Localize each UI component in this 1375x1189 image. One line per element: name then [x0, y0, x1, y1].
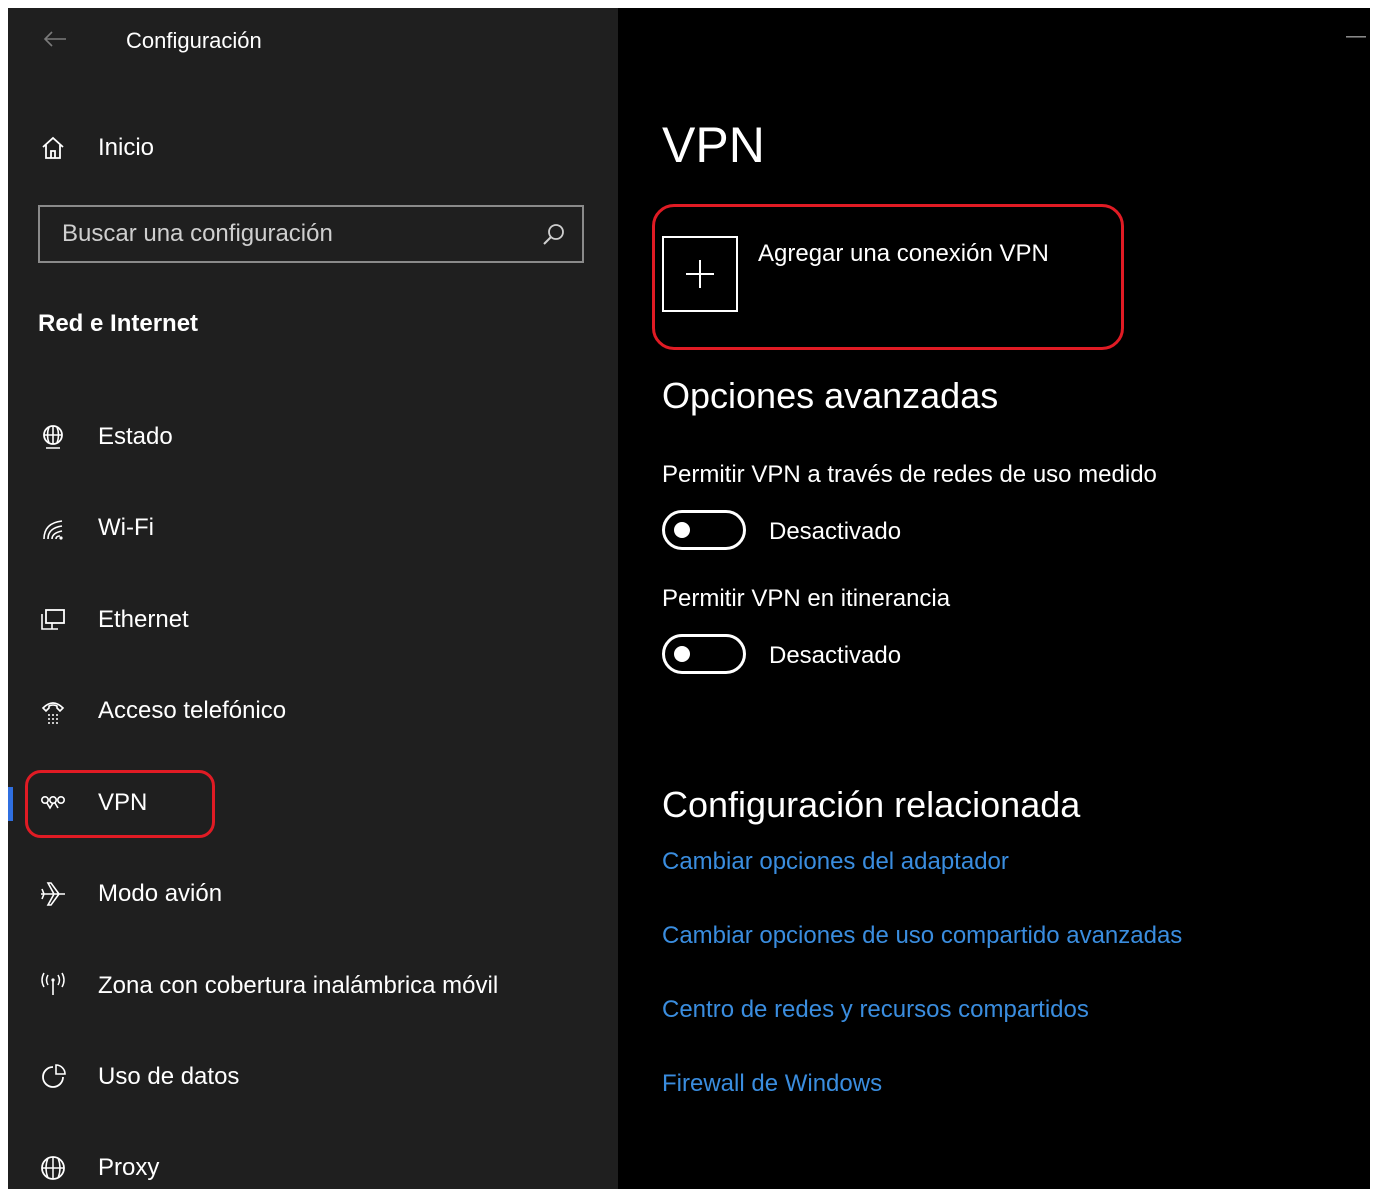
link-windows-firewall[interactable]: Firewall de Windows	[662, 1070, 882, 1098]
plus-icon	[664, 238, 736, 310]
sidebar-item-label: Acceso telefónico	[98, 697, 287, 724]
dialup-icon	[38, 696, 68, 726]
search-box[interactable]	[38, 205, 584, 263]
link-network-sharing-center[interactable]: Centro de redes y recursos compartidos	[662, 996, 1089, 1024]
sidebar-item-estado[interactable]: Estado	[8, 407, 618, 467]
toggle-knob	[674, 646, 690, 662]
hotspot-icon	[38, 971, 68, 1001]
add-vpn-button[interactable]	[662, 236, 738, 312]
section-title: Red e Internet	[38, 310, 199, 337]
metered-vpn-toggle[interactable]	[662, 510, 746, 550]
sidebar-item-wifi[interactable]: Wi-Fi	[8, 498, 618, 558]
data-usage-icon	[38, 1062, 68, 1092]
sidebar-item-ethernet[interactable]: Ethernet	[8, 590, 618, 650]
network-status-icon	[38, 422, 68, 452]
settings-window: Configuración Inicio Red e Internet Esta…	[8, 8, 1370, 1189]
sidebar-item-label: Wi-Fi	[98, 514, 154, 541]
sidebar: Configuración Inicio Red e Internet Esta…	[8, 8, 618, 1189]
metered-vpn-label: Permitir VPN a través de redes de uso me…	[662, 461, 1157, 488]
ethernet-icon	[38, 605, 68, 635]
airplane-icon	[38, 879, 68, 909]
roaming-vpn-state: Desactivado	[769, 642, 902, 669]
related-settings-heading: Configuración relacionada	[662, 784, 1081, 825]
main-panel: — VPN Agregar una conexión VPN Opciones …	[618, 8, 1370, 1189]
sidebar-item-label: Modo avión	[98, 880, 223, 907]
sidebar-item-airplane[interactable]: Modo avión	[8, 864, 618, 924]
page-title: VPN	[662, 117, 765, 173]
sidebar-item-label: Uso de datos	[98, 1063, 240, 1090]
back-arrow-icon[interactable]	[40, 24, 70, 54]
toggle-knob	[674, 522, 690, 538]
sidebar-item-label: Zona con cobertura inalámbrica móvil	[98, 972, 499, 999]
search-input[interactable]	[40, 207, 582, 261]
sidebar-item-hotspot[interactable]: Zona con cobertura inalámbrica móvil	[8, 956, 618, 1016]
sidebar-item-label: VPN	[98, 789, 148, 816]
globe-icon	[38, 1153, 68, 1183]
roaming-vpn-label: Permitir VPN en itinerancia	[662, 585, 951, 612]
sidebar-item-label: Proxy	[98, 1154, 160, 1181]
sidebar-item-label: Inicio	[98, 134, 155, 161]
sidebar-item-proxy[interactable]: Proxy	[8, 1138, 618, 1189]
selected-indicator	[8, 787, 13, 821]
add-vpn-label[interactable]: Agregar una conexión VPN	[758, 240, 1049, 268]
sidebar-item-label: Ethernet	[98, 606, 189, 633]
home-icon	[38, 133, 68, 163]
link-adapter-options[interactable]: Cambiar opciones del adaptador	[662, 848, 1009, 876]
vpn-icon	[38, 788, 68, 818]
minimize-button[interactable]: —	[1346, 26, 1366, 46]
advanced-options-heading: Opciones avanzadas	[662, 375, 999, 416]
sidebar-item-label: Estado	[98, 423, 173, 450]
roaming-vpn-toggle[interactable]	[662, 634, 746, 674]
search-icon[interactable]	[540, 221, 568, 249]
sidebar-item-home[interactable]: Inicio	[8, 126, 618, 170]
sidebar-item-data-usage[interactable]: Uso de datos	[8, 1047, 618, 1107]
sidebar-item-vpn[interactable]: VPN	[8, 773, 618, 833]
wifi-icon	[38, 513, 68, 543]
app-title: Configuración	[126, 28, 262, 53]
link-advanced-sharing[interactable]: Cambiar opciones de uso compartido avanz…	[662, 922, 1182, 950]
metered-vpn-state: Desactivado	[769, 518, 902, 545]
sidebar-item-dialup[interactable]: Acceso telefónico	[8, 681, 618, 741]
